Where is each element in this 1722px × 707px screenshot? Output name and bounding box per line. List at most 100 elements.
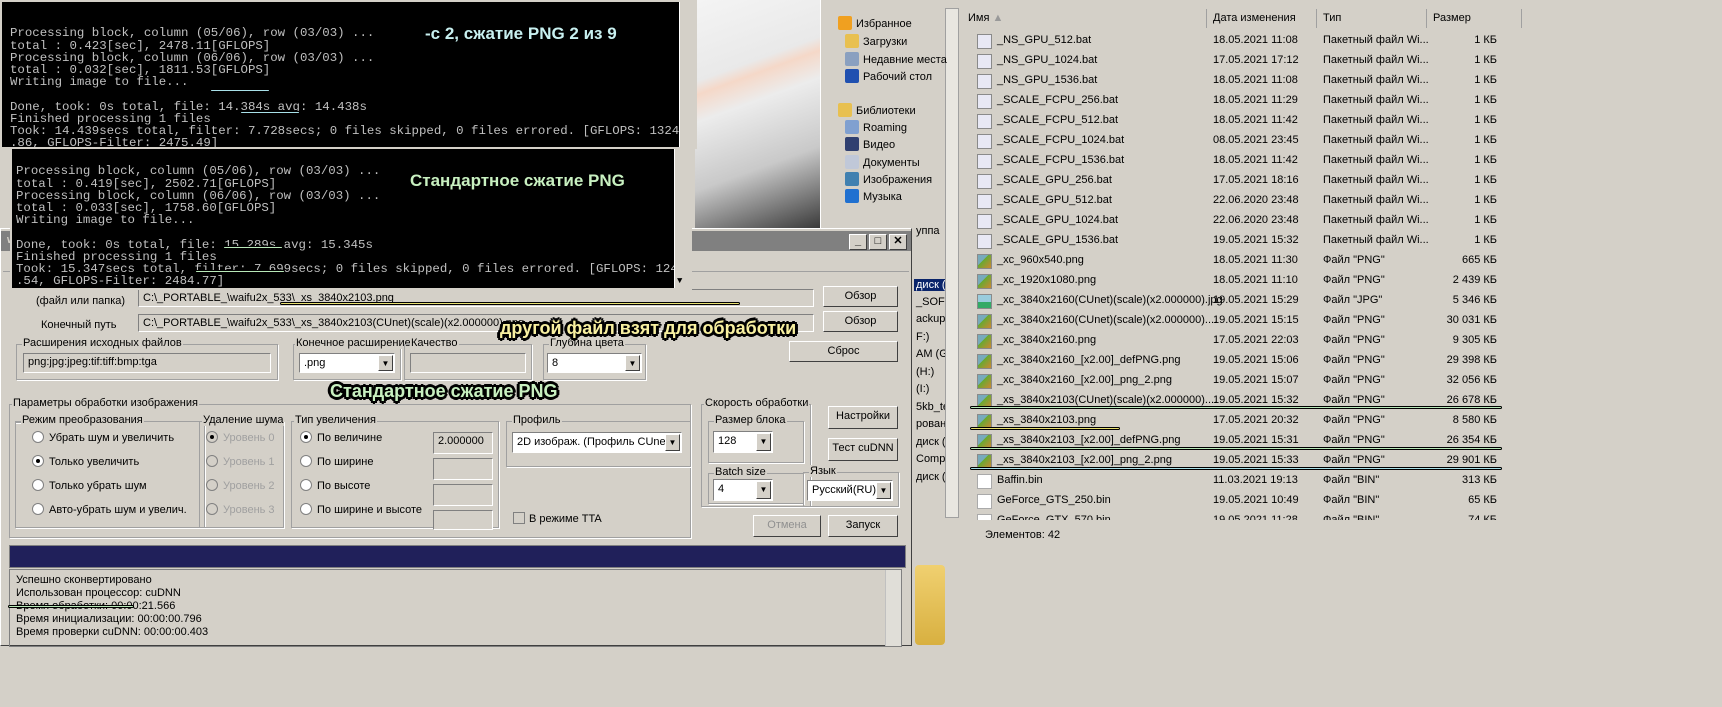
radio-scales[interactable]: По высоте — [300, 479, 370, 492]
reset-button[interactable]: Сброс — [789, 341, 898, 362]
radio-modes[interactable]: Убрать шум и увеличить — [32, 431, 174, 444]
nav-item-partial[interactable]: _SOFT — [914, 296, 945, 308]
file-row[interactable]: _SCALE_GPU_1536.bat 19.05.2021 15:32 Пакет… — [975, 230, 1535, 250]
radio-modes[interactable]: Авто-убрать шум и увелич. — [32, 503, 187, 516]
source-extensions-field[interactable]: png:jpg:jpeg:tif:tiff:bmp:tga — [23, 353, 271, 373]
file-row[interactable]: _NS_GPU_1536.bat 18.05.2021 11:08 Пакетный… — [975, 70, 1535, 90]
group-label: Язык — [809, 465, 837, 477]
nav-item-partial[interactable]: F:) — [914, 331, 945, 343]
nav-item-partial[interactable]: диск ( — [914, 436, 945, 448]
file-row[interactable]: _xc_960x540.png 18.05.2021 11:30 Файл "PNG… — [975, 250, 1535, 270]
underline — [240, 111, 300, 114]
scale-ratio-field[interactable]: 2.000000 — [433, 432, 493, 454]
test-cudnn-button[interactable]: Тест cuDNN — [828, 438, 898, 461]
nav-item-partial[interactable]: AM (G: — [914, 348, 945, 360]
noise-removal-group: Удаление шума Уровень 0 Уровень 1 Уровень … — [199, 414, 285, 528]
file-row[interactable]: GeForce_GTX_570.bin 19.05.2021 11:28 Файл … — [975, 510, 1535, 520]
bin-file-icon — [977, 514, 992, 520]
nav-item-partial[interactable]: Compa — [914, 453, 945, 465]
nav-item[interactable]: Документы — [845, 155, 920, 169]
nav-item[interactable]: Загрузки — [845, 34, 907, 48]
browse-output-button[interactable]: Обзор — [823, 311, 898, 332]
radio-scales[interactable]: По величине — [300, 431, 382, 444]
nav-item-partial[interactable]: (I:) — [914, 383, 945, 395]
file-row[interactable]: _SCALE_GPU_512.bat 22.06.2020 23:48 Пакетн… — [975, 190, 1535, 210]
file-type: Файл "PNG" — [1323, 414, 1385, 426]
scale-width-field[interactable] — [433, 458, 493, 480]
nav-item-label: Музыка — [863, 191, 902, 203]
quality-field[interactable] — [410, 353, 526, 373]
file-name: _xs_3840x2103(CUnet)(scale)(x2.000000)..… — [997, 394, 1218, 406]
color-depth-select[interactable]: 8 ▼ — [547, 353, 642, 373]
file-row[interactable]: Baffin.bin 11.03.2021 19:13 Файл "BIN" 313 … — [975, 470, 1535, 490]
block-size-select[interactable]: 128 ▼ — [713, 431, 773, 453]
file-row[interactable]: _xc_3840x2160(CUnet)(scale)(x2.000000).j… — [975, 290, 1535, 310]
file-row[interactable]: _SCALE_FCPU_1536.bat 18.05.2021 11:42 Паке… — [975, 150, 1535, 170]
nav-item-partial[interactable]: ackups — [914, 313, 945, 325]
nav-item-partial[interactable]: диск ( — [914, 471, 945, 483]
output-extension-select[interactable]: .png ▼ — [299, 353, 395, 373]
nav-item[interactable]: Изображения — [845, 172, 932, 186]
scale-width-height-field[interactable] — [433, 510, 493, 530]
file-row[interactable]: _SCALE_FCPU_1024.bat 08.05.2021 23:45 Паке… — [975, 130, 1535, 150]
file-row[interactable]: _SCALE_GPU_256.bat 17.05.2021 18:16 Пакетн… — [975, 170, 1535, 190]
profile-select[interactable]: 2D изображ. (Профиль CUnet) ▼ — [512, 432, 682, 453]
nav-item[interactable]: Рабочий стол — [845, 69, 932, 83]
nav-pane-scrollbar[interactable] — [945, 8, 959, 518]
run-button[interactable]: Запуск — [828, 515, 898, 537]
file-row[interactable]: _xc_3840x2160_[x2.00]_defPNG.png 19.05.20… — [975, 350, 1535, 370]
console-scrollbar[interactable]: ▼ — [674, 148, 690, 288]
console-scrollbar[interactable] — [679, 2, 695, 147]
column-header-type[interactable]: Тип — [1317, 9, 1427, 28]
file-type: Файл "PNG" — [1323, 374, 1385, 386]
file-row[interactable]: _xc_3840x2160(CUnet)(scale)(x2.000000)..… — [975, 310, 1535, 330]
scale-height-field[interactable] — [433, 484, 493, 506]
file-row[interactable]: GeForce_GTS_250.bin 19.05.2021 10:49 Файл … — [975, 490, 1535, 510]
nav-item[interactable]: Видео — [845, 137, 895, 151]
tta-checkbox[interactable]: В режиме TTA — [513, 512, 602, 525]
radio-modes[interactable]: Только убрать шум — [32, 479, 147, 492]
log-area[interactable]: Успешно сконвертировано Использован проце… — [9, 569, 902, 647]
close-button[interactable]: ✕ — [889, 234, 907, 250]
cancel-button[interactable]: Отмена — [753, 515, 821, 537]
file-row[interactable]: _SCALE_GPU_1024.bat 22.06.2020 23:48 Пакет… — [975, 210, 1535, 230]
log-scrollbar[interactable] — [885, 570, 901, 646]
batch-size-select[interactable]: 4 ▼ — [713, 479, 773, 501]
column-header-name[interactable]: Имя ▲ — [962, 9, 1207, 28]
file-name: _xc_3840x2160.png — [997, 334, 1097, 346]
nav-item-partial[interactable]: 5kb_te — [914, 401, 945, 413]
chevron-down-icon: ▼ — [378, 355, 393, 371]
file-row[interactable]: _xc_3840x2160.png 17.05.2021 22:03 Файл "P… — [975, 330, 1535, 350]
radio-scales[interactable]: По ширине и высоте — [300, 503, 422, 516]
radio-button-icon — [32, 503, 44, 515]
console-window-png2: Processing block, column (05/06), row (0… — [0, 0, 697, 149]
settings-button[interactable]: Настройки — [828, 406, 898, 429]
png-file-icon — [977, 334, 992, 349]
star-icon — [838, 16, 852, 30]
nav-item[interactable]: Недавние места — [845, 52, 947, 66]
file-row[interactable]: _xc_1920x1080.png 18.05.2021 11:10 Файл "P… — [975, 270, 1535, 290]
nav-item[interactable]: Roaming — [845, 120, 907, 134]
nav-item-partial[interactable]: ровано — [914, 418, 945, 430]
file-row[interactable]: _NS_GPU_512.bat 18.05.2021 11:08 Пакетный … — [975, 30, 1535, 50]
file-row[interactable]: _SCALE_FCPU_512.bat 18.05.2021 11:42 Пакет… — [975, 110, 1535, 130]
maximize-button[interactable]: □ — [869, 234, 887, 250]
nav-item-partial[interactable]: диск ( — [914, 279, 945, 291]
language-select[interactable]: Русский(RU) ▼ — [807, 480, 893, 501]
nav-item[interactable]: Библиотеки — [838, 103, 916, 117]
chevron-down-icon: ▼ — [625, 355, 640, 371]
radio-scales[interactable]: По ширине — [300, 455, 374, 468]
file-row[interactable]: _SCALE_FCPU_256.bat 18.05.2021 11:29 Пакет… — [975, 90, 1535, 110]
group-label: Размер блока — [714, 414, 787, 426]
column-header-date[interactable]: Дата изменения — [1207, 9, 1317, 28]
nav-item-partial[interactable]: уппа — [914, 225, 945, 237]
minimize-button[interactable]: _ — [849, 234, 867, 250]
file-row[interactable]: _xc_3840x2160_[x2.00]_png_2.png 19.05.202… — [975, 370, 1535, 390]
nav-item[interactable]: Избранное — [838, 16, 912, 30]
column-header-size[interactable]: Размер — [1427, 9, 1522, 28]
nav-item-partial[interactable]: (H:) — [914, 366, 945, 378]
radio-modes[interactable]: Только увеличить — [32, 455, 139, 468]
file-row[interactable]: _NS_GPU_1024.bat 17.05.2021 17:12 Пакетный… — [975, 50, 1535, 70]
browse-input-button[interactable]: Обзор — [823, 286, 898, 307]
nav-item[interactable]: Музыка — [845, 189, 902, 203]
